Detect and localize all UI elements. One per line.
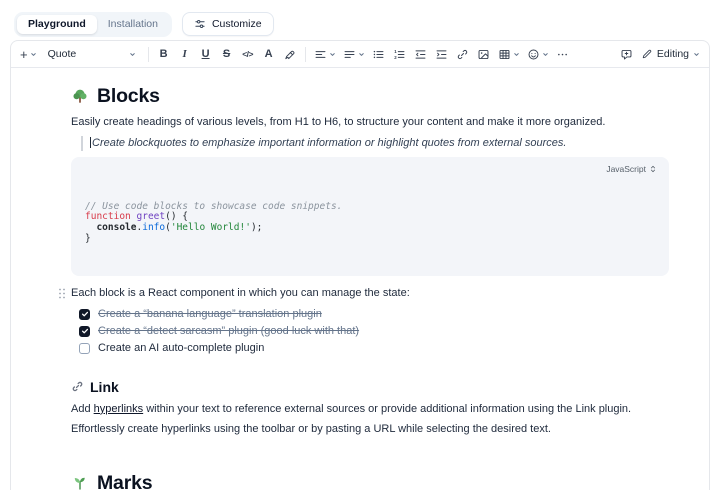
svg-text:2: 2 <box>394 54 397 59</box>
chevron-down-icon <box>513 52 519 56</box>
link-heading: Link <box>71 379 669 395</box>
comment-button[interactable] <box>617 44 637 64</box>
align-dropdown[interactable] <box>311 44 339 64</box>
table-dropdown[interactable] <box>495 44 523 64</box>
todo-item: Create a “banana language” translation p… <box>79 306 669 323</box>
tab-playground[interactable]: Playground <box>17 15 97 34</box>
blockquote-text: Create blockquotes to emphasize importan… <box>92 136 567 149</box>
text-caret <box>90 136 91 148</box>
align-icon <box>315 50 326 58</box>
indent-icon <box>436 49 447 59</box>
chevron-down-icon <box>542 52 548 56</box>
sliders-icon <box>194 18 206 30</box>
toolbar-separator <box>304 46 306 62</box>
check-icon <box>81 312 88 317</box>
code-button[interactable]: </> <box>238 44 258 64</box>
code-language-select[interactable]: JavaScript <box>602 162 661 176</box>
indent-button[interactable] <box>432 44 452 64</box>
customize-button[interactable]: Customize <box>181 12 274 37</box>
chevron-down-icon <box>358 52 364 56</box>
marks-heading: Marks <box>71 472 669 490</box>
state-text: Each block is a React component in which… <box>71 287 410 300</box>
link-icon <box>72 382 83 392</box>
emoji-icon <box>528 49 539 59</box>
code-block: JavaScript // Use code blocks to showcas… <box>71 157 669 277</box>
todo-list: Create a “banana language” translation p… <box>79 306 669 357</box>
bulleted-list-button[interactable] <box>369 44 389 64</box>
outdent-icon <box>415 49 426 59</box>
bulleted-list-icon <box>373 50 384 58</box>
code-content: // Use code blocks to showcase code snip… <box>85 200 343 244</box>
outdent-button[interactable] <box>411 44 431 64</box>
turn-into-dropdown[interactable]: Quote <box>41 44 143 64</box>
tab-installation[interactable]: Installation <box>97 15 169 34</box>
link-icon <box>457 49 468 59</box>
insert-dropdown[interactable]: + <box>17 44 40 64</box>
image-button[interactable] <box>474 44 494 64</box>
link-button[interactable] <box>453 44 473 64</box>
text-color-button[interactable]: A <box>259 44 279 64</box>
customize-label: Customize <box>211 18 262 31</box>
plus-icon: + <box>20 46 28 62</box>
top-bar: Playground Installation Customize <box>0 0 720 44</box>
todo-label: Create a “detect sarcasm” plugin (good l… <box>98 325 360 338</box>
emoji-dropdown[interactable] <box>524 44 552 64</box>
image-icon <box>478 49 489 59</box>
pencil-icon <box>642 49 652 59</box>
todo-item: Create a “detect sarcasm” plugin (good l… <box>79 323 669 340</box>
chevron-down-icon <box>329 52 335 56</box>
chevron-down-icon <box>129 52 135 56</box>
checkbox-checked[interactable] <box>79 325 90 337</box>
mode-dropdown[interactable]: Editing <box>638 44 703 64</box>
todo-label: Create a “banana language” translation p… <box>98 308 322 321</box>
italic-button[interactable]: I <box>175 44 195 64</box>
bold-button[interactable]: B <box>154 44 174 64</box>
checkbox-unchecked[interactable] <box>79 342 90 354</box>
turn-into-label: Quote <box>47 47 77 60</box>
editor-frame: + Quote B I U S </> A 1 2 Editing Blocks… <box>10 40 710 490</box>
svg-text:1: 1 <box>394 49 397 54</box>
state-paragraph: Each block is a React component in which… <box>59 286 669 302</box>
checkbox-checked[interactable] <box>79 308 90 320</box>
numbered-list-button[interactable]: 1 2 <box>390 44 410 64</box>
code-language-label: JavaScript <box>606 164 646 174</box>
mode-label: Editing <box>656 47 689 60</box>
editor-surface[interactable]: Blocks Easily create headings of various… <box>11 68 709 490</box>
todo-label: Create an AI auto-complete plugin <box>98 342 265 355</box>
numbered-list-icon: 1 2 <box>394 49 405 59</box>
view-tabs: Playground Installation <box>14 12 172 37</box>
toolbar-separator <box>147 46 149 62</box>
highlighter-icon <box>285 50 295 59</box>
fixed-toolbar: + Quote B I U S </> A 1 2 Editing <box>11 41 709 68</box>
link-paragraph-2: Effortlessly create hyperlinks using the… <box>71 423 551 436</box>
blockquote: Create blockquotes to emphasize importan… <box>81 135 669 151</box>
check-icon <box>81 329 88 334</box>
chevrons-up-down-icon <box>650 165 656 173</box>
todo-item: Create an AI auto-complete plugin <box>79 340 669 357</box>
more-icon <box>558 53 568 55</box>
underline-button[interactable]: U <box>196 44 216 64</box>
blocks-heading: Blocks <box>71 85 669 108</box>
drag-handle-icon[interactable] <box>57 287 67 300</box>
chevron-down-icon <box>694 52 699 56</box>
highlight-button[interactable] <box>280 44 300 64</box>
strikethrough-button[interactable]: S <box>217 44 237 64</box>
blocks-intro-paragraph: Easily create headings of various levels… <box>71 116 606 128</box>
table-icon <box>499 49 510 59</box>
line-height-dropdown[interactable] <box>340 44 368 64</box>
line-height-icon <box>344 50 355 58</box>
comment-plus-icon <box>621 49 632 59</box>
tree-icon <box>73 89 87 103</box>
chevron-down-icon <box>30 52 36 56</box>
seedling-icon <box>74 478 85 490</box>
link-paragraph-1: Add hyperlinks within your text to refer… <box>71 402 632 415</box>
more-button[interactable] <box>553 44 573 64</box>
